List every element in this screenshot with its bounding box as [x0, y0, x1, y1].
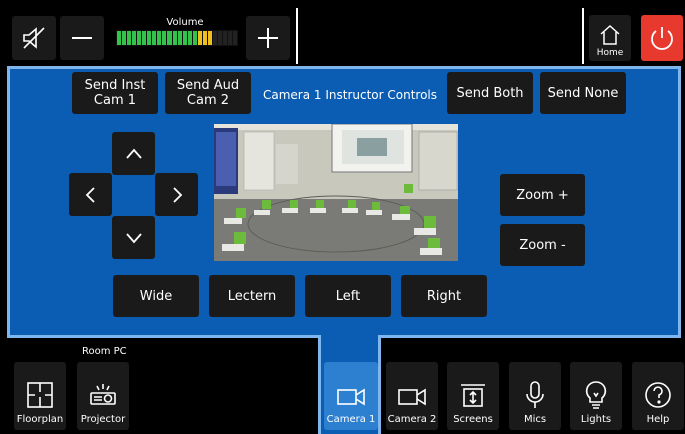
chevron-left-icon: [85, 186, 95, 203]
volume-meter-segment: [137, 31, 142, 45]
preset-right-button[interactable]: Right: [401, 275, 487, 317]
help-icon: [645, 382, 671, 408]
volume-label: Volume: [166, 17, 204, 28]
volume-meter-segment: [127, 31, 132, 45]
top-bar-separator-1: [296, 8, 298, 64]
volume-meter-segment: [222, 31, 228, 45]
power-icon: [651, 27, 673, 50]
send-none-button[interactable]: Send None: [540, 72, 626, 114]
top-bar-separator-2: [582, 8, 584, 64]
video-camera-icon: [337, 388, 365, 406]
floorplan-button[interactable]: Floorplan: [14, 362, 66, 430]
volume-meter-segment: [197, 31, 202, 45]
room-pc-label: Room PC: [82, 346, 127, 357]
screen-icon: [461, 384, 485, 407]
volume-meter-segment: [192, 31, 197, 45]
nav-camera-1[interactable]: Camera 1: [324, 362, 378, 430]
volume-meter-segment: [167, 31, 172, 45]
nav-camera-2-label: Camera 2: [387, 414, 437, 425]
home-label: Home: [596, 48, 624, 58]
volume-meter-segment: [147, 31, 152, 45]
volume-up-button[interactable]: [246, 16, 290, 60]
nav-help-label: Help: [646, 414, 670, 425]
lightbulb-icon: [585, 381, 607, 409]
minus-icon: [72, 37, 92, 39]
volume-down-button[interactable]: [60, 16, 104, 60]
send-aud-cam2-button[interactable]: Send Aud Cam 2: [165, 72, 251, 114]
chevron-right-icon: [172, 186, 182, 203]
camera-panel-title: Camera 1 Instructor Controls: [262, 88, 438, 102]
mute-button[interactable]: [12, 16, 56, 60]
pan-left-button[interactable]: [69, 173, 112, 216]
volume-meter-segment: [162, 31, 167, 45]
plus-icon: [258, 28, 278, 48]
volume-meter-segment: [207, 31, 212, 45]
volume-meter-segment: [212, 31, 217, 45]
volume-meter-segment: [177, 31, 182, 45]
volume-meter-segment: [187, 31, 192, 45]
send-both-button[interactable]: Send Both: [447, 72, 533, 114]
nav-screens-label: Screens: [453, 414, 493, 425]
floorplan-label: Floorplan: [16, 414, 64, 425]
projector-icon: [90, 384, 116, 405]
volume-meter-segment: [132, 31, 137, 45]
projector-button[interactable]: Projector: [77, 362, 129, 430]
zoom-in-button[interactable]: Zoom +: [500, 174, 585, 216]
floorplan-icon: [27, 382, 53, 408]
home-button[interactable]: Home: [589, 15, 631, 61]
preset-lectern-button[interactable]: Lectern: [209, 275, 295, 317]
camera-preview: [214, 124, 458, 261]
pan-down-button[interactable]: [112, 216, 155, 259]
preset-wide-button[interactable]: Wide: [113, 275, 199, 317]
volume-meter-segment: [233, 31, 238, 45]
video-camera-icon: [398, 388, 426, 406]
send-inst-cam1-button[interactable]: Send Inst Cam 1: [72, 72, 158, 114]
nav-lights-label: Lights: [580, 414, 612, 425]
volume-meter-segment: [182, 31, 187, 45]
nav-screens[interactable]: Screens: [447, 362, 499, 430]
volume-meter-segment: [142, 31, 147, 45]
nav-help[interactable]: Help: [632, 362, 684, 430]
volume-meter-segment: [117, 31, 122, 45]
volume-meter-segment: [122, 31, 127, 45]
volume-meter-segment: [228, 31, 233, 45]
power-button[interactable]: [641, 15, 683, 61]
home-icon: [600, 24, 620, 45]
preset-left-button[interactable]: Left: [305, 275, 391, 317]
nav-lights[interactable]: Lights: [570, 362, 622, 430]
volume-meter-segment: [202, 31, 207, 45]
volume-meter-segment: [157, 31, 162, 45]
volume-meter: [116, 30, 238, 46]
volume-meter-segment: [217, 31, 222, 45]
zoom-out-button[interactable]: Zoom -: [500, 224, 585, 266]
nav-mics-label: Mics: [523, 414, 547, 425]
classroom-preview-image: [214, 124, 458, 261]
volume-meter-segment: [172, 31, 177, 45]
pan-right-button[interactable]: [155, 173, 198, 216]
pan-up-button[interactable]: [112, 132, 155, 175]
nav-camera-1-label: Camera 1: [326, 414, 376, 425]
microphone-icon: [526, 381, 544, 408]
projector-label: Projector: [80, 414, 126, 425]
nav-camera-2[interactable]: Camera 2: [386, 362, 438, 430]
chevron-up-icon: [125, 148, 142, 159]
chevron-down-icon: [125, 232, 142, 243]
volume-meter-segment: [152, 31, 157, 45]
nav-mics[interactable]: Mics: [509, 362, 561, 430]
speaker-mute-icon: [23, 27, 45, 49]
